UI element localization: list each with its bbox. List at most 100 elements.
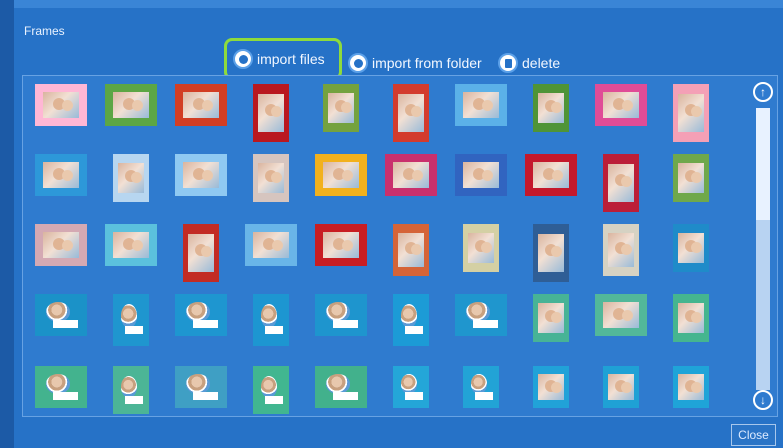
frame-thumbnail[interactable] — [35, 154, 87, 196]
frame-photo — [182, 161, 220, 189]
frame-photo — [322, 231, 360, 259]
frame-thumbnail[interactable] — [315, 154, 367, 196]
frame-thumbnail[interactable] — [673, 154, 709, 202]
frame-photo — [326, 374, 351, 394]
frame-thumbnail[interactable] — [673, 84, 709, 142]
scroll-thumb[interactable] — [756, 108, 770, 220]
frame-thumbnail[interactable] — [455, 294, 507, 336]
vertical-scrollbar[interactable]: ↑ ↓ — [752, 80, 776, 414]
frame-photo — [608, 373, 634, 401]
frame-photo — [326, 302, 351, 322]
frame-thumbnail[interactable] — [113, 366, 149, 414]
frame-thumbnail[interactable] — [105, 224, 157, 266]
frame-photo — [112, 231, 150, 259]
frame-photo — [532, 161, 570, 189]
frames-grid — [22, 75, 778, 417]
frame-thumbnail[interactable] — [533, 294, 569, 342]
frame-photo — [182, 91, 220, 119]
frame-thumbnail[interactable] — [323, 84, 359, 132]
frame-photo — [538, 234, 564, 272]
frame-thumbnail[interactable] — [315, 366, 367, 408]
face-shape — [201, 170, 213, 182]
import-files-label: import files — [257, 51, 325, 67]
frame-photo — [602, 91, 640, 119]
face-shape — [341, 170, 353, 182]
frame-thumbnail[interactable] — [673, 366, 709, 408]
frame-thumbnail[interactable] — [385, 154, 437, 196]
frame-thumbnail[interactable] — [595, 84, 647, 126]
frame-thumbnail[interactable] — [603, 154, 639, 212]
frame-thumbnail[interactable] — [35, 366, 87, 408]
frame-thumbnail[interactable] — [603, 224, 639, 276]
frame-photo — [188, 234, 214, 272]
face-shape — [621, 382, 633, 394]
face-shape — [411, 170, 423, 182]
frame-thumbnail[interactable] — [253, 154, 289, 202]
frame-thumbnail[interactable] — [253, 84, 289, 142]
arrow-down-circle-icon[interactable]: ↓ — [753, 390, 773, 410]
close-button[interactable]: Close — [731, 424, 776, 446]
face-shape — [551, 312, 563, 324]
delete-button[interactable]: delete — [498, 50, 560, 76]
frame-thumbnail[interactable] — [35, 84, 87, 126]
frame-photo — [46, 302, 71, 322]
frame-thumbnail[interactable] — [673, 294, 709, 342]
import-files-button[interactable]: import files — [224, 38, 342, 80]
frame-thumbnail[interactable] — [595, 294, 647, 336]
frame-thumbnail[interactable] — [175, 294, 227, 336]
frame-thumbnail[interactable] — [183, 224, 219, 282]
face-shape — [201, 100, 213, 112]
frame-photo — [260, 375, 278, 398]
face-shape — [341, 240, 353, 252]
frame-thumbnail[interactable] — [603, 366, 639, 408]
frame-thumbnail[interactable] — [245, 224, 297, 266]
face-shape — [61, 170, 73, 182]
frame-thumbnail[interactable] — [525, 154, 577, 196]
frame-thumbnail[interactable] — [253, 294, 289, 346]
frame-thumbnail[interactable] — [393, 84, 429, 142]
frame-thumbnail[interactable] — [315, 294, 367, 336]
frame-thumbnail[interactable] — [393, 366, 429, 408]
frame-thumbnail[interactable] — [175, 154, 227, 196]
frame-photo — [468, 232, 494, 264]
frame-thumbnail[interactable] — [175, 84, 227, 126]
face-shape — [551, 246, 563, 258]
frame-thumbnail[interactable] — [253, 366, 289, 414]
frame-thumbnail[interactable] — [463, 366, 499, 408]
frame-thumbnail[interactable] — [533, 366, 569, 408]
frame-thumbnail[interactable] — [105, 84, 157, 126]
frame-photo — [678, 162, 704, 194]
toolbar: import files import from folder delete — [0, 38, 783, 80]
frame-photo — [400, 374, 418, 394]
frame-thumbnail[interactable] — [393, 224, 429, 276]
frame-thumbnail[interactable] — [113, 154, 149, 202]
frame-label-area — [332, 320, 358, 329]
frame-photo — [392, 161, 430, 189]
face-shape — [551, 170, 563, 182]
frame-photo — [46, 374, 71, 394]
frame-photo — [678, 94, 704, 132]
face-shape — [691, 106, 703, 118]
frame-thumbnail[interactable] — [113, 294, 149, 346]
face-shape — [621, 176, 633, 188]
face-shape — [411, 244, 423, 255]
frame-label-area — [332, 392, 358, 401]
import-from-folder-button[interactable]: import from folder — [348, 50, 482, 76]
frame-thumbnail[interactable] — [533, 84, 569, 132]
frame-thumbnail[interactable] — [455, 84, 507, 126]
face-shape — [691, 172, 703, 184]
frame-thumbnail[interactable] — [35, 294, 87, 336]
frame-label-area — [125, 326, 143, 335]
frame-thumbnail[interactable] — [455, 154, 507, 196]
frame-thumbnail[interactable] — [315, 224, 367, 266]
arrow-up-circle-icon[interactable]: ↑ — [753, 82, 773, 102]
frame-thumbnail[interactable] — [463, 224, 499, 272]
frame-photo — [118, 162, 144, 194]
frame-photo — [608, 164, 634, 202]
frame-thumbnail[interactable] — [673, 224, 709, 272]
frame-thumbnail[interactable] — [35, 224, 87, 266]
frame-thumbnail[interactable] — [393, 294, 429, 346]
frame-thumbnail[interactable] — [533, 224, 569, 282]
frame-thumbnail[interactable] — [175, 366, 227, 408]
frame-photo — [678, 232, 704, 264]
